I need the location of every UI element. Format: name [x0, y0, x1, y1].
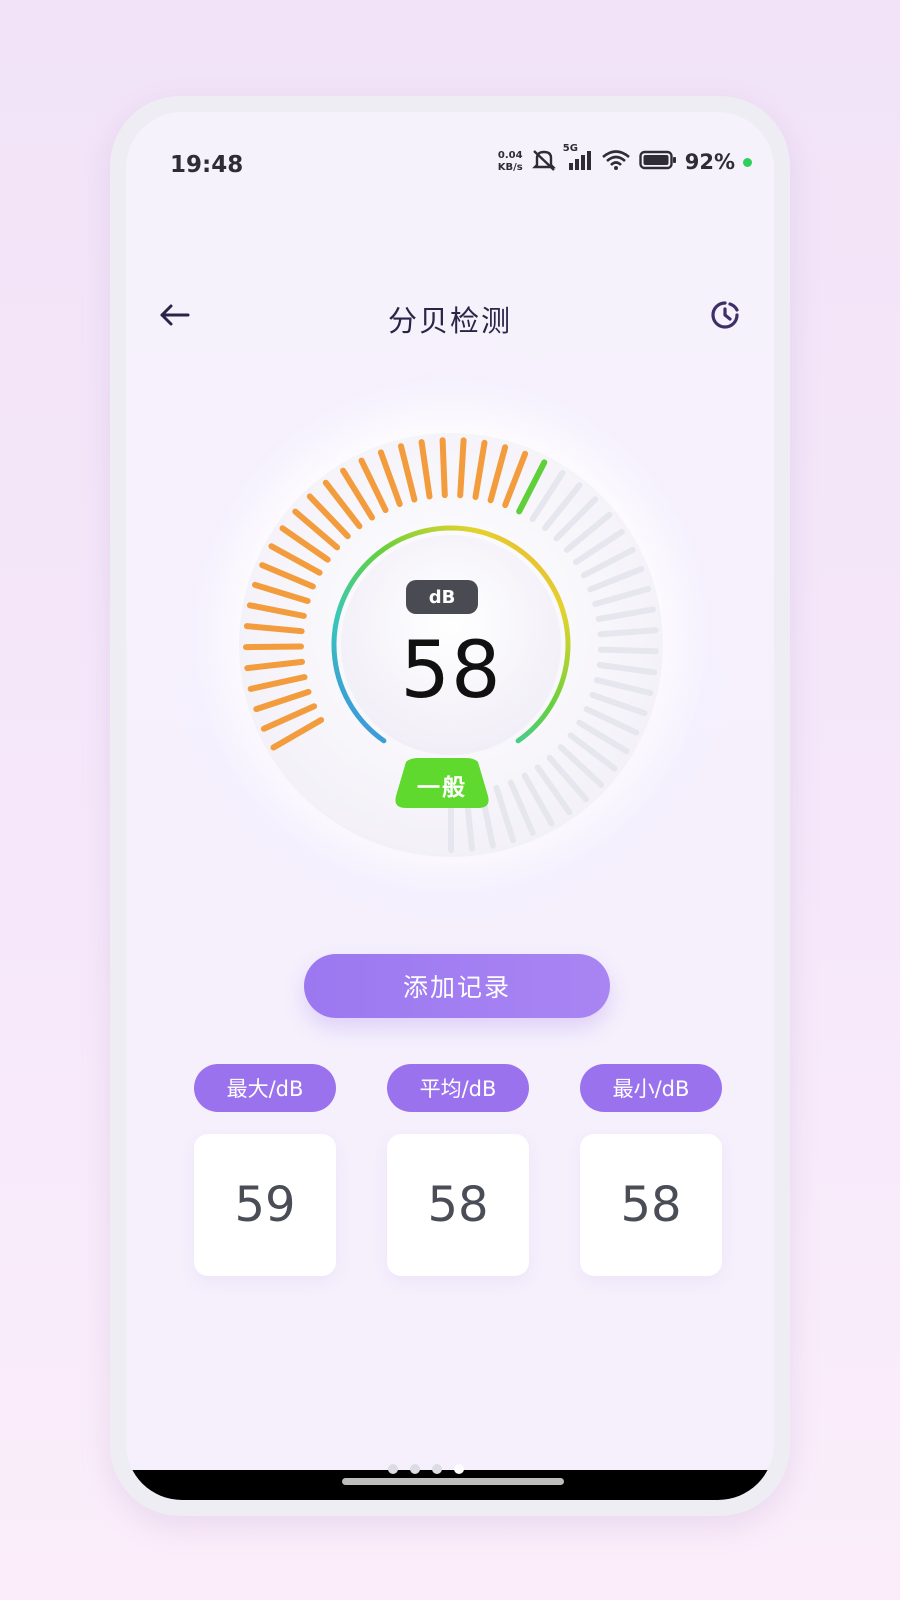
net-speed-unit: KB/s [497, 162, 523, 173]
level-badge: 一般 [392, 758, 492, 808]
battery-icon [639, 150, 677, 174]
system-nav-bar [126, 1464, 774, 1500]
net-speed-value: 0.04 [497, 150, 523, 161]
decibel-value: 58 [400, 626, 502, 716]
page-dot [410, 1464, 420, 1474]
meter-tick [457, 437, 467, 499]
unit-badge: dB [406, 580, 478, 614]
mute-icon [531, 148, 557, 176]
home-handle[interactable] [342, 1478, 564, 1485]
level-label: 一般 [417, 775, 467, 801]
stat-min-value: 58 [580, 1134, 722, 1276]
signal-label: 5G [562, 143, 578, 154]
meter-tick [439, 437, 448, 499]
phone-frame: 19:48 0.04 KB/s 5G 92% 分贝检测 dB 58 一般 添加记… [110, 96, 790, 1516]
stat-max-label: 最大/dB [194, 1064, 336, 1112]
page-dot-active [454, 1464, 464, 1474]
stat-average-label: 平均/dB [387, 1064, 529, 1112]
stat-min: 最小/dB 58 [580, 1064, 722, 1276]
add-record-button[interactable]: 添加记录 [304, 954, 610, 1018]
signal-icon: 5G [563, 143, 593, 175]
wifi-icon [601, 149, 631, 175]
page-indicator [388, 1464, 464, 1474]
stat-max-value: 59 [194, 1134, 336, 1276]
history-clock-icon [711, 301, 739, 329]
battery-percent: 92% [684, 150, 735, 174]
page-dot [432, 1464, 442, 1474]
stat-max: 最大/dB 59 [194, 1064, 336, 1276]
app-screen: 19:48 0.04 KB/s 5G 92% 分贝检测 dB 58 一般 添加记… [126, 112, 774, 1500]
history-button[interactable] [702, 292, 748, 338]
status-time: 19:48 [170, 152, 244, 178]
stat-average: 平均/dB 58 [387, 1064, 529, 1276]
status-bar: 19:48 0.04 KB/s 5G 92% [126, 112, 774, 182]
page-dot [388, 1464, 398, 1474]
stat-min-label: 最小/dB [580, 1064, 722, 1112]
status-icons: 0.04 KB/s 5G 92% [498, 143, 752, 176]
stat-average-value: 58 [387, 1134, 529, 1276]
privacy-indicator [743, 157, 752, 167]
decibel-meter: dB 58 一般 [236, 430, 666, 860]
page-title: 分贝检测 [387, 304, 512, 338]
net-speed: 0.04 KB/s [498, 150, 523, 174]
